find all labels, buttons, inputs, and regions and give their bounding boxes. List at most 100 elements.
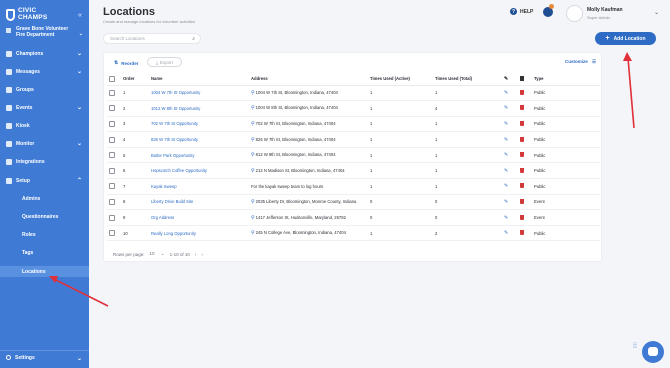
column-header-order[interactable]: Order: [121, 73, 149, 86]
apps-grid-icon[interactable]: ⁞⁞: [633, 343, 637, 350]
table-row[interactable]: 3 702 W 7th St Opportunity ⚲702 W 7th St, …: [107, 116, 600, 133]
edit-icon[interactable]: ✎: [504, 183, 508, 189]
column-header-times-active[interactable]: Times Used (Active): [368, 73, 433, 86]
next-page-icon[interactable]: ›: [201, 252, 203, 257]
row-checkbox[interactable]: [109, 230, 115, 237]
location-name-link[interactable]: Hopscotch Coffee Opportunity: [151, 168, 207, 173]
row-checkbox[interactable]: [109, 136, 115, 143]
sidebar-item-integrations[interactable]: Integrations: [0, 156, 89, 167]
delete-icon[interactable]: [520, 120, 524, 126]
cell-times-total: 1: [433, 147, 502, 164]
search-input[interactable]: Search Locations ⌕: [103, 33, 201, 44]
table-row[interactable]: 9 Org Address ⚲1417 Jefferson St, Hudsonvi…: [107, 209, 600, 226]
customize-button[interactable]: Customize ☰: [565, 59, 596, 65]
cell-address: For the kayak sweep team to log hours: [251, 183, 324, 189]
sidebar-item-kiosk[interactable]: Kiosk: [0, 120, 89, 131]
cell-type: Event: [532, 194, 600, 211]
sidebar-subitem-roles[interactable]: Roles: [0, 229, 89, 240]
help-button[interactable]: ? HELP: [510, 8, 533, 15]
edit-icon[interactable]: ✎: [504, 199, 508, 205]
cell-times-active: 1: [368, 131, 433, 148]
location-name-link[interactable]: Kayak Sweep: [151, 184, 177, 189]
location-name-link[interactable]: 826 W 7th St Opportunity: [151, 137, 198, 142]
edit-icon[interactable]: ✎: [504, 137, 508, 143]
table-row[interactable]: 2 1012 W 8th St Opportunity ⚲1004 W 8th St…: [107, 100, 600, 117]
edit-icon[interactable]: ✎: [504, 230, 508, 236]
location-name-link[interactable]: 1004 W 7th St Opportunity: [151, 90, 200, 95]
location-name-link[interactable]: Org Address: [151, 215, 174, 220]
table-row[interactable]: 1 1004 W 7th St Opportunity ⚲1004 W 7th St…: [107, 85, 600, 102]
edit-icon[interactable]: ✎: [504, 152, 508, 158]
user-name[interactable]: Molly Kaufman: [587, 7, 623, 13]
sidebar-item-monitor[interactable]: Monitor ⌄: [0, 138, 89, 149]
delete-icon[interactable]: [520, 183, 524, 189]
add-location-button[interactable]: + Add Location: [595, 32, 656, 45]
sidebar-subitem-questionnaires[interactable]: Questionnaires: [0, 211, 89, 222]
sidebar-subitem-tags[interactable]: Tags: [0, 247, 89, 258]
delete-icon[interactable]: [520, 198, 524, 204]
chevron-down-icon[interactable]: ⌄: [654, 9, 659, 16]
reorder-button[interactable]: ⇅ Reorder: [114, 60, 138, 66]
monitor-icon: [6, 140, 12, 147]
sidebar-item-settings[interactable]: Settings ⌄: [0, 350, 89, 364]
edit-icon[interactable]: ✎: [504, 105, 508, 111]
location-name-link[interactable]: Really Long Opportunity: [151, 231, 196, 236]
cell-times-active: 1: [368, 225, 433, 242]
rows-per-page-select[interactable]: 10 ⌄: [150, 251, 165, 257]
sidebar-subitem-admins[interactable]: Admins: [0, 193, 89, 204]
collapse-sidebar-icon[interactable]: «: [78, 12, 82, 19]
row-checkbox[interactable]: [109, 120, 115, 127]
cell-times-active: 1: [368, 178, 433, 195]
row-checkbox[interactable]: [109, 105, 115, 112]
edit-icon[interactable]: ✎: [504, 121, 508, 127]
sidebar-item-setup[interactable]: Setup ⌃: [0, 175, 89, 186]
cell-type: Public: [532, 131, 600, 148]
select-all-checkbox[interactable]: [109, 75, 115, 82]
cell-type: Public: [532, 225, 600, 242]
column-header-address[interactable]: Address: [249, 73, 368, 86]
calendar-icon: [6, 104, 12, 111]
row-checkbox[interactable]: [109, 89, 115, 96]
avatar[interactable]: [566, 5, 583, 22]
column-header-type[interactable]: Type: [532, 73, 600, 86]
sidebar-item-events[interactable]: Events ⌄: [0, 102, 89, 113]
export-button[interactable]: ⤓ Export: [147, 57, 182, 67]
edit-icon[interactable]: ✎: [504, 168, 508, 174]
logo[interactable]: CIVIC CHAMPS: [6, 7, 48, 21]
sidebar-subitem-locations[interactable]: Locations: [0, 266, 89, 277]
row-checkbox[interactable]: [109, 214, 115, 221]
location-name-link[interactable]: 702 W 7th St Opportunity: [151, 121, 198, 126]
table-row[interactable]: 10 Really Long Opportunity ⚲245 N College …: [107, 225, 600, 242]
org-switcher[interactable]: Grave Bone Volunteer Fire Department ⌄: [0, 26, 89, 43]
edit-icon[interactable]: ✎: [504, 90, 508, 96]
delete-icon[interactable]: [520, 214, 524, 220]
logo-line2: CHAMPS: [18, 13, 48, 21]
delete-icon[interactable]: [520, 167, 524, 173]
delete-icon[interactable]: [520, 105, 524, 111]
cell-address: 2035 Liberty Dr, Bloomington, Monroe Cou…: [255, 198, 357, 204]
column-header-times-total[interactable]: Times Used (Total): [433, 73, 502, 86]
location-name-link[interactable]: Butler Park Opportunity: [151, 153, 195, 158]
row-checkbox[interactable]: [109, 198, 115, 205]
sidebar-item-messages[interactable]: Messages ⌄: [0, 66, 89, 77]
row-checkbox[interactable]: [109, 183, 115, 190]
location-name-link[interactable]: 1012 W 8th St Opportunity: [151, 106, 200, 111]
sidebar-item-groups[interactable]: Groups: [0, 84, 89, 95]
table-row[interactable]: 6 Hopscotch Coffee Opportunity ⚲212 N Madi…: [107, 162, 600, 180]
table-row[interactable]: 5 Butler Park Opportunity ⚲812 W 9th St, B…: [107, 147, 600, 164]
prev-page-icon[interactable]: ‹: [195, 252, 197, 257]
edit-icon[interactable]: ✎: [504, 215, 508, 221]
row-checkbox[interactable]: [109, 167, 115, 174]
delete-icon[interactable]: [520, 136, 524, 142]
row-checkbox[interactable]: [109, 152, 115, 159]
delete-icon[interactable]: [520, 89, 524, 95]
table-row[interactable]: 8 Liberty Drive Build Site ⚲2035 Liberty D…: [107, 194, 600, 211]
delete-icon[interactable]: [520, 152, 524, 158]
sidebar-item-champions[interactable]: Champions ⌄: [0, 48, 89, 59]
column-header-name[interactable]: Name: [149, 73, 249, 86]
location-name-link[interactable]: Liberty Drive Build Site: [151, 199, 193, 204]
table-row[interactable]: 4 826 W 7th St Opportunity ⚲826 W 7th St, …: [107, 131, 600, 148]
setup-icon: [6, 177, 12, 184]
table-row[interactable]: 7 Kayak Sweep For the kayak sweep team to …: [107, 178, 600, 195]
delete-icon[interactable]: [520, 230, 524, 236]
